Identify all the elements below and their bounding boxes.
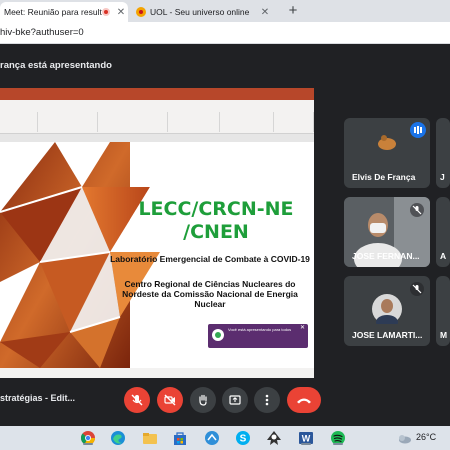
mic-muted-icon — [410, 203, 424, 217]
tab-uol-title: UOL - Seu universo online — [150, 7, 250, 17]
ribbon-group — [274, 112, 314, 132]
presenting-banner: rança está apresentando — [0, 58, 450, 76]
participant-name: JOSE LAMARTI... — [352, 330, 423, 340]
temperature-text: 26°C — [416, 432, 437, 442]
close-icon[interactable]: ✕ — [114, 7, 128, 18]
ppt-status-bar — [0, 368, 314, 378]
participant-name: JOSE FERNAN... — [352, 251, 420, 261]
ribbon-group — [38, 112, 98, 132]
speaking-indicator-icon — [410, 122, 426, 138]
meeting-title: stratégias - Edit... — [0, 393, 76, 403]
ribbon-group — [220, 112, 274, 132]
toast-text: Você está apresentando para todos — [228, 327, 292, 332]
uol-favicon-icon — [136, 7, 146, 17]
hang-up-icon — [297, 398, 311, 404]
participant-tile[interactable]: JOSE LAMARTI... — [344, 276, 430, 346]
more-options-button[interactable] — [254, 387, 280, 413]
url-text: hiv-bke?authuser=0 — [0, 27, 84, 38]
participant-name: M — [440, 330, 448, 340]
participant-name: A — [440, 251, 447, 261]
meet-icon — [212, 329, 224, 341]
browser-tab-strip: Meet: Reunião para resultad ✕ UOL - Seu … — [0, 0, 450, 22]
participant-tile-partial[interactable]: A — [436, 197, 450, 267]
avatar — [372, 294, 402, 324]
word-icon[interactable]: W — [298, 430, 314, 446]
close-icon[interactable]: ✕ — [300, 325, 305, 331]
present-now-button[interactable] — [222, 387, 248, 413]
svg-text:W: W — [302, 434, 311, 444]
presenting-banner-text: rança está apresentando — [0, 60, 112, 71]
slide-subtitle-1: Laboratório Emergencial de Combate à COV… — [110, 254, 310, 264]
control-panel-icon[interactable] — [204, 430, 220, 446]
edge-icon[interactable] — [110, 430, 126, 446]
address-bar[interactable]: hiv-bke?authuser=0 — [0, 22, 450, 44]
participant-tile[interactable]: JOSE FERNAN... — [344, 197, 430, 267]
avatar — [372, 132, 402, 152]
participant-tile-partial[interactable]: M — [436, 276, 450, 346]
tab-uol[interactable]: UOL - Seu universo online ✕ — [132, 2, 272, 22]
ppt-ruler — [0, 134, 314, 142]
slide-title: LECC/CRCN-NE /CNEN — [126, 198, 306, 244]
hand-icon — [199, 394, 207, 406]
ribbon-group — [168, 112, 220, 132]
participant-tile[interactable]: Elvis De França — [344, 118, 430, 188]
recording-icon — [102, 8, 110, 16]
ppt-title-bar — [0, 88, 314, 100]
slide-title-line1: LECC/CRCN-NE — [138, 198, 294, 220]
mic-muted-icon — [410, 282, 424, 296]
ppt-ribbon — [0, 110, 314, 134]
camera-toggle-button[interactable] — [157, 387, 183, 413]
mic-toggle-button[interactable] — [124, 387, 150, 413]
participant-name: Elvis De França — [352, 172, 416, 182]
screen: Meet: Reunião para resultad ✕ UOL - Seu … — [0, 0, 450, 450]
weather-cloud-icon[interactable] — [396, 430, 412, 446]
participant-name: J — [440, 172, 445, 182]
mic-off-icon — [131, 394, 143, 406]
file-explorer-icon[interactable] — [142, 430, 158, 446]
ribbon-group — [0, 112, 38, 132]
skype-icon[interactable]: S — [235, 430, 251, 446]
close-icon[interactable]: ✕ — [258, 7, 272, 18]
ribbon-group — [98, 112, 168, 132]
tab-meet[interactable]: Meet: Reunião para resultad ✕ — [0, 2, 128, 22]
shared-screen: LECC/CRCN-NE /CNEN Laboratório Emergenci… — [0, 88, 314, 378]
inkscape-icon[interactable] — [266, 430, 282, 446]
present-screen-icon — [229, 395, 241, 405]
store-icon[interactable] — [172, 430, 188, 446]
tab-meet-title: Meet: Reunião para resultad — [4, 7, 102, 17]
new-tab-button[interactable]: + — [284, 2, 302, 20]
more-vert-icon — [265, 394, 269, 406]
slide-title-line2: /CNEN — [183, 221, 249, 243]
raise-hand-button[interactable] — [190, 387, 216, 413]
camera-off-icon — [164, 394, 176, 406]
svg-text:S: S — [240, 434, 247, 445]
ppt-ribbon-tabs — [0, 100, 314, 110]
chrome-icon[interactable] — [80, 430, 96, 446]
presenting-toast[interactable]: Você está apresentando para todos ✕ — [208, 324, 308, 348]
leave-call-button[interactable] — [287, 387, 321, 413]
slide-subtitle-2: Centro Regional de Ciências Nucleares do… — [122, 279, 298, 309]
participant-tile-partial[interactable]: J — [436, 118, 450, 188]
spotify-icon[interactable] — [330, 430, 346, 446]
windows-taskbar: S W 26°C — [0, 426, 450, 450]
